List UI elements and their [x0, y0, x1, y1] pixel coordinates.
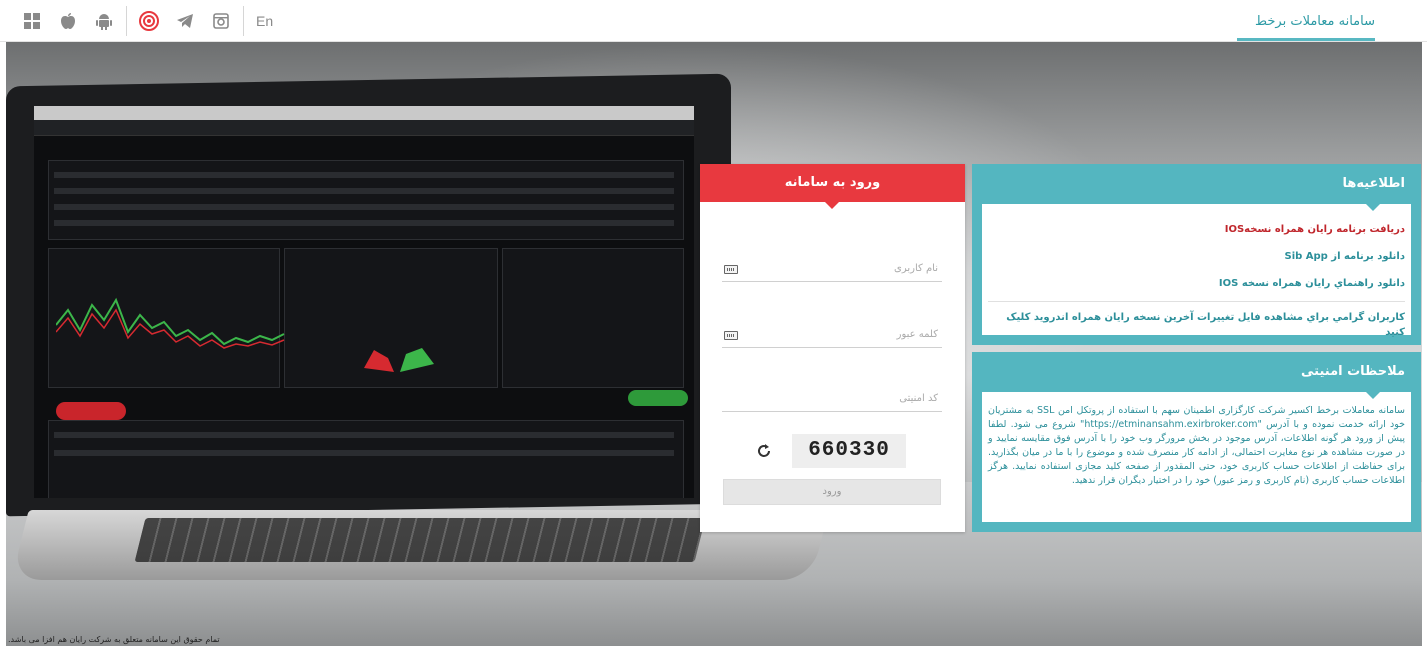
android-icon[interactable]	[86, 8, 122, 34]
announcements-title: اطلاعیه‌ها	[972, 164, 1421, 211]
security-card: ملاحظات امنیتی سامانه معاملات برخط اکسیر…	[972, 352, 1421, 532]
news-link-sibapp[interactable]: دانلود برنامه از Sib App	[982, 243, 1411, 270]
login-button[interactable]: ورود	[723, 479, 941, 505]
apple-icon[interactable]	[50, 8, 86, 34]
screen-toolbar	[34, 120, 694, 136]
top-bar: En سامانه معاملات برخط	[0, 0, 1427, 42]
username-input[interactable]	[722, 256, 942, 281]
login-card: ورود به سامانه 660330 ورود	[700, 164, 965, 532]
screen-row	[54, 220, 674, 226]
screen-red-button	[56, 402, 126, 420]
site-brand[interactable]: سامانه معاملات برخط	[1255, 14, 1375, 29]
captcha-row: 660330	[750, 434, 940, 468]
laptop-keyboard	[134, 518, 706, 562]
bull-bear-logo	[364, 348, 434, 372]
language-switch[interactable]: En	[248, 13, 281, 29]
login-title: ورود به سامانه	[700, 164, 965, 209]
password-field[interactable]	[722, 322, 942, 348]
screen-candle-chart	[56, 297, 285, 349]
security-title: ملاحظات امنیتی	[982, 352, 1411, 399]
captcha-input[interactable]	[722, 386, 942, 411]
telegram-icon[interactable]	[167, 8, 203, 34]
screen-panel	[502, 248, 684, 388]
keyboard-icon[interactable]	[724, 265, 738, 274]
target-icon[interactable]	[131, 8, 167, 34]
platform-icons: En	[14, 6, 281, 36]
news-link-ios-guide[interactable]: دانلود راهنماي رايان همراه نسخه IOS	[982, 270, 1411, 297]
password-input[interactable]	[722, 322, 942, 347]
brand-underline	[1237, 38, 1375, 41]
laptop-screen-image	[34, 106, 694, 498]
divider	[126, 6, 127, 36]
divider	[243, 6, 244, 36]
captcha-image: 660330	[792, 434, 906, 468]
news-link-ios-app[interactable]: دریافت برنامه رایان همراه نسخهIOS	[982, 216, 1411, 243]
captcha-field[interactable]	[722, 386, 942, 412]
windows-icon[interactable]	[14, 8, 50, 34]
news-link-android-changes[interactable]: کاربران گرامي براي مشاهده فايل تغييرات آ…	[982, 302, 1411, 340]
screen-row	[54, 172, 674, 178]
footer-copyright: تمام حقوق این سامانه متعلق به شرکت رایان…	[8, 635, 220, 644]
keyboard-icon[interactable]	[724, 331, 738, 340]
username-field[interactable]	[722, 256, 942, 282]
screen-green-button	[628, 390, 688, 406]
instagram-icon[interactable]	[203, 8, 239, 34]
screen-row	[54, 450, 674, 456]
security-text: سامانه معاملات برخط اکسیر شرکت کارگزاری …	[988, 405, 1405, 486]
screen-row	[54, 204, 674, 210]
screen-row	[54, 188, 674, 194]
refresh-icon[interactable]	[750, 437, 778, 465]
screen-row	[54, 432, 674, 438]
announcements-card: اطلاعیه‌ها دریافت برنامه رایان همراه نسخ…	[972, 164, 1421, 345]
